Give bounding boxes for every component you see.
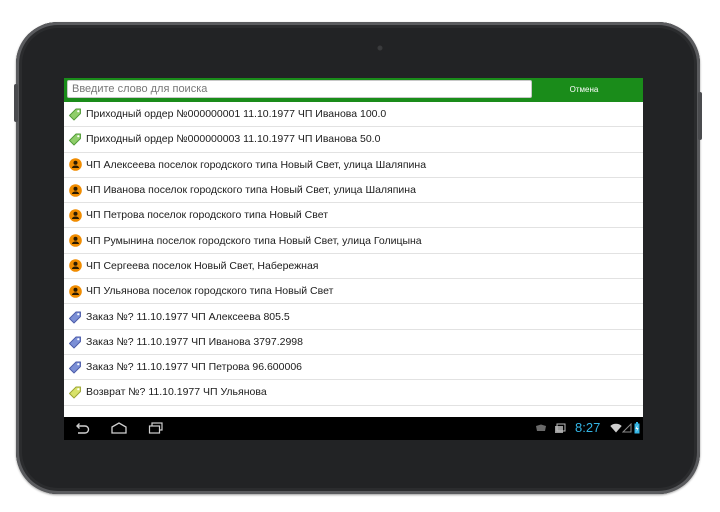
list-item[interactable]: ЧП Сергеева поселок Новый Свет, Набережн…	[64, 254, 643, 280]
cell-signal-icon	[622, 423, 632, 433]
list-item-label: ЧП Ульянова поселок городского типа Новы…	[86, 285, 334, 298]
recent-apps-icon	[148, 422, 163, 434]
wifi-indicator	[610, 421, 622, 435]
list-item[interactable]: Приходный ордер №000000003 11.10.1977 ЧП…	[64, 127, 643, 153]
return-tag-yellow-icon	[68, 385, 82, 399]
back-arrow-icon	[76, 423, 90, 434]
list-item-label: Заказ №? 11.10.1977 ЧП Алексеева 805.5	[86, 310, 290, 323]
cancel-button[interactable]: Отмена	[530, 80, 638, 98]
list-item[interactable]: ЧП Иванова поселок городского типа Новый…	[64, 178, 643, 204]
app-screen: Отмена Приходный ордер №000000001 11.10.…	[64, 78, 643, 440]
order-tag-blue-icon	[68, 335, 82, 349]
list-item[interactable]: ЧП Ульянова поселок городского типа Новы…	[64, 279, 643, 305]
wifi-icon	[610, 423, 622, 433]
list-item-label: Заказ №? 11.10.1977 ЧП Петрова 96.600006	[86, 361, 303, 374]
back-button[interactable]	[74, 421, 90, 435]
list-item-label: Заказ №? 11.10.1977 ЧП Иванова 3797.2998	[86, 335, 303, 348]
order-tag-blue-icon	[68, 310, 82, 324]
list-item-label: ЧП Алексеева поселок городского типа Нов…	[86, 158, 427, 171]
list-item-label: ЧП Петрова поселок городского типа Новый…	[86, 209, 329, 222]
person-orange-icon	[68, 259, 82, 273]
home-button[interactable]	[110, 421, 128, 435]
list-item[interactable]: Заказ №? 11.10.1977 ЧП Иванова 3797.2998	[64, 330, 643, 355]
list-item-label: Приходный ордер №000000003 11.10.1977 ЧП…	[86, 133, 381, 146]
list-item[interactable]: ЧП Румынина поселок городского типа Новы…	[64, 228, 643, 254]
app-notification-indicator	[553, 421, 567, 435]
list-item-label: ЧП Иванова поселок городского типа Новый…	[86, 184, 416, 197]
receipt-tag-green-icon	[68, 107, 82, 121]
list-item-label: ЧП Румынина поселок городского типа Новы…	[86, 234, 422, 247]
search-bar: Отмена	[64, 78, 643, 102]
list-item-label: ЧП Сергеева поселок Новый Свет, Набережн…	[86, 259, 319, 272]
keyboard-indicator	[534, 421, 548, 435]
person-orange-icon	[68, 183, 82, 197]
search-input[interactable]	[67, 80, 532, 98]
results-list: Приходный ордер №000000001 11.10.1977 ЧП…	[64, 102, 643, 406]
person-orange-icon	[68, 158, 82, 172]
battery-indicator	[633, 421, 640, 435]
list-item[interactable]: Заказ №? 11.10.1977 ЧП Алексеева 805.5	[64, 304, 643, 330]
front-camera	[377, 45, 383, 51]
tablet-side-button-right	[698, 92, 702, 140]
home-icon	[111, 422, 127, 434]
list-item[interactable]: Заказ №? 11.10.1977 ЧП Петрова 96.600006	[64, 355, 643, 381]
list-item[interactable]: ЧП Петрова поселок городского типа Новый…	[64, 203, 643, 229]
battery-charging-icon	[634, 422, 639, 434]
list-item[interactable]: Возврат №? 11.10.1977 ЧП Ульянова	[64, 380, 643, 406]
list-item-label: Приходный ордер №000000001 11.10.1977 ЧП…	[86, 108, 387, 121]
list-item[interactable]: ЧП Алексеева поселок городского типа Нов…	[64, 153, 643, 178]
person-orange-icon	[68, 284, 82, 298]
notification-app-icon	[555, 423, 566, 433]
list-item[interactable]: Приходный ордер №000000001 11.10.1977 ЧП…	[64, 102, 643, 128]
list-item-label: Возврат №? 11.10.1977 ЧП Ульянова	[86, 386, 267, 399]
recent-apps-button[interactable]	[148, 421, 164, 435]
system-navigation-bar: 8:27	[64, 417, 643, 440]
keyboard-icon	[536, 424, 546, 431]
status-clock: 8:27	[575, 420, 601, 435]
receipt-tag-green-icon	[68, 132, 82, 146]
order-tag-blue-icon	[68, 360, 82, 374]
signal-indicator	[622, 421, 632, 435]
tablet-side-button-left	[14, 84, 18, 122]
person-orange-icon	[68, 208, 82, 222]
person-orange-icon	[68, 234, 82, 248]
